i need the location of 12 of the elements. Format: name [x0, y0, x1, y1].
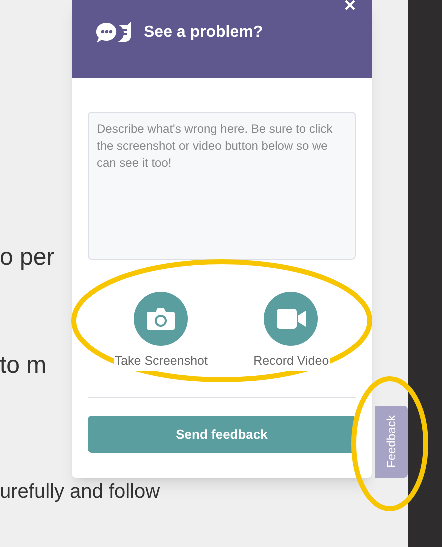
- send-feedback-button[interactable]: Send feedback: [88, 416, 356, 453]
- page-text: to m: [0, 351, 47, 381]
- record-video-button[interactable]: Record Video: [252, 292, 330, 371]
- close-button[interactable]: ×: [344, 0, 356, 16]
- screenshot-button[interactable]: Take Screenshot: [114, 292, 209, 371]
- chat-bubbles-icon: [96, 21, 132, 45]
- description-field[interactable]: Describe what's wrong here. Be sure to click the screenshot or video button below so we can see it too!: [88, 112, 356, 260]
- page-text: o per: [0, 243, 55, 273]
- page-text: urefully and follow: [0, 480, 160, 505]
- dialog-title: See a problem?: [144, 23, 264, 43]
- camera-icon: [134, 292, 188, 346]
- video-camera-icon: [264, 292, 318, 346]
